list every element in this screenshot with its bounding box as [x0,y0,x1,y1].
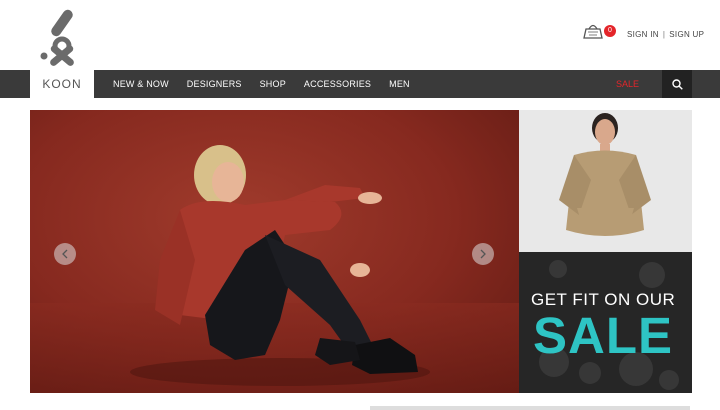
nav-item-accessories[interactable]: ACCESSORIES [304,79,371,89]
nav-item-new-and-now[interactable]: NEW & NOW [113,79,169,89]
promo-sale-text: SALE [533,307,674,364]
brand-logo[interactable]: KOON [30,0,94,98]
logo-mark-icon [40,9,74,66]
chevron-left-icon [62,249,68,259]
search-button[interactable] [662,70,692,98]
promo-model-image [559,113,651,236]
nav-item-sale[interactable]: SALE [616,70,639,98]
nav-item-men[interactable]: MEN [389,79,410,89]
next-section-edge [370,406,690,410]
promo-sweater-tile[interactable] [519,110,692,252]
auth-separator: | [662,30,666,39]
sign-in-link[interactable]: SIGN IN [627,30,659,39]
search-icon [671,78,683,90]
nav-item-designers[interactable]: DESIGNERS [187,79,242,89]
promo-sale-banner[interactable]: GET FIT ON OUR SALE [519,252,692,393]
chevron-right-icon [480,249,486,259]
sign-up-link[interactable]: SIGN UP [669,30,704,39]
cart-icon[interactable] [582,24,604,40]
carousel-next-button[interactable] [472,243,494,265]
cart-count-badge: 0 [604,25,616,37]
auth-links: SIGN IN | SIGN UP [627,30,704,39]
nav-item-shop[interactable]: SHOP [260,79,286,89]
nav-items: NEW & NOW DESIGNERS SHOP ACCESSORIES MEN [113,70,428,98]
main-nav: NEW & NOW DESIGNERS SHOP ACCESSORIES MEN… [0,70,720,98]
hero-model-image [130,145,430,386]
carousel-prev-button[interactable] [54,243,76,265]
hero-carousel[interactable] [30,110,519,393]
brand-name: KOON [42,77,82,91]
